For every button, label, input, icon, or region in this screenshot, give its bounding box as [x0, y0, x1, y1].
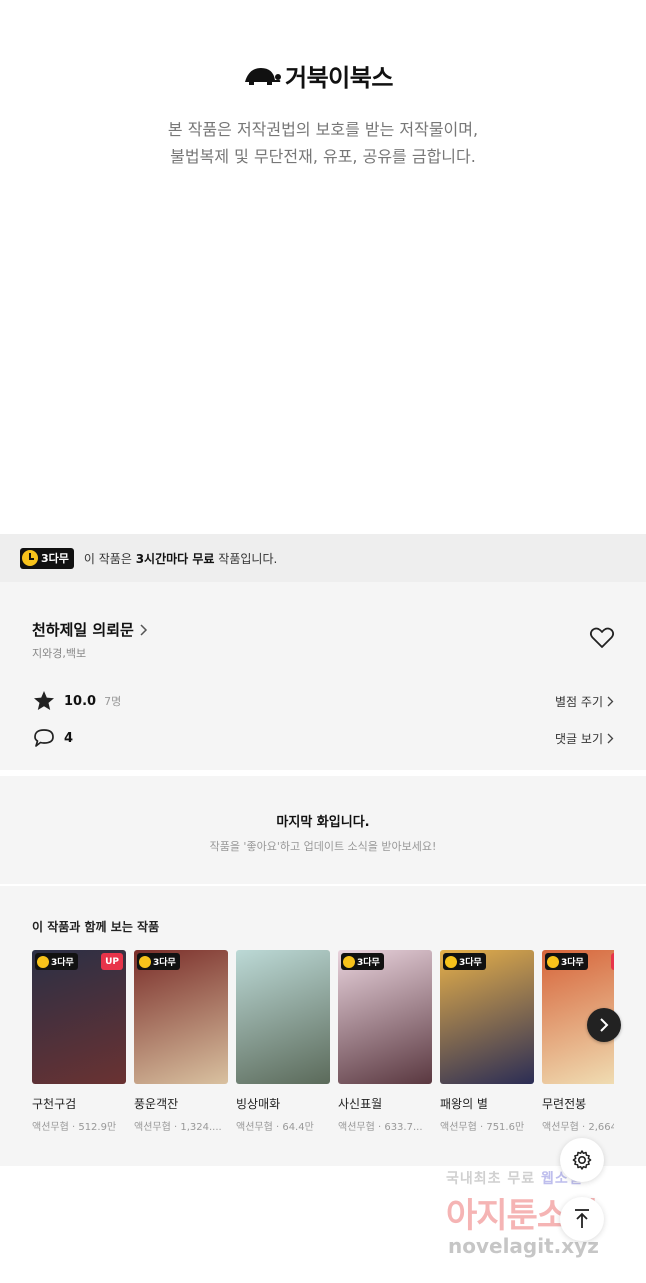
chevron-right-icon — [600, 1018, 609, 1032]
copyright-line-1: 본 작품은 저작권법의 보호를 받는 저작물이며, — [167, 120, 479, 139]
watermark-line-1a: 국내최초 무료 — [446, 1171, 542, 1187]
cover-thumbnail: 3다무 — [440, 950, 534, 1084]
comment-icon — [32, 726, 56, 750]
comment-count: 4 — [64, 730, 74, 746]
logo-text: 거북이북스 — [285, 63, 393, 92]
3damu-badge: 3다무 — [35, 953, 78, 970]
card-title: 풍운객잔 — [134, 1097, 179, 1111]
recommendation-card[interactable]: 3다무 UP 구천구검액션무협 · 512.9만 — [32, 950, 126, 1133]
card-meta: 액션무협 · 2,664... — [542, 1122, 614, 1133]
card-meta: 액션무협 · 64.4만 — [236, 1122, 314, 1133]
recommendation-card[interactable]: 3다무사신표월액션무협 · 633.7... — [338, 950, 432, 1133]
cover-art — [32, 950, 126, 1084]
carousel-next-button[interactable] — [587, 1008, 621, 1042]
badge-label: 3다무 — [357, 958, 380, 968]
copyright-banner: 거북이북스 본 작품은 저작권법의 보호를 받는 저작물이며, 불법복제 및 무… — [0, 0, 646, 534]
free-every-3h-bar: 3다무 이 작품은 3시간마다 무료 작품입니다. — [0, 534, 646, 582]
chevron-right-icon — [607, 733, 614, 743]
badge-label: 3다무 — [51, 958, 74, 968]
rate-button[interactable]: 별점 주기 — [555, 693, 614, 710]
card-title: 구천구검 — [32, 1097, 77, 1111]
view-comments-button[interactable]: 댓글 보기 — [555, 730, 614, 747]
up-badge: UP — [101, 953, 123, 970]
work-title-link[interactable]: 천하제일 의뢰문 — [32, 619, 148, 640]
recommendations-title: 이 작품과 함께 보는 작품 — [32, 920, 160, 934]
scroll-to-top-button[interactable] — [560, 1197, 604, 1241]
badge-label: 3다무 — [41, 552, 69, 565]
clock-icon — [547, 955, 559, 968]
rate-label: 별점 주기 — [555, 694, 603, 709]
cover-art — [134, 950, 228, 1084]
comment-row: 4 댓글 보기 — [32, 726, 614, 750]
card-meta: 액션무협 · 1,324.... — [134, 1122, 222, 1133]
up-badge: UP — [611, 953, 614, 970]
card-title: 무련전봉 — [542, 1097, 587, 1111]
free-bar-prefix: 이 작품은 — [83, 551, 136, 566]
cover-art — [440, 950, 534, 1084]
cover-thumbnail: 3다무 — [134, 950, 228, 1084]
work-title: 천하제일 의뢰문 — [32, 621, 134, 639]
rating-count: 7명 — [104, 695, 122, 708]
recommendation-card[interactable]: 3다무패왕의 별액션무협 · 751.6만 — [440, 950, 534, 1133]
card-meta: 액션무협 · 512.9만 — [32, 1122, 117, 1133]
3damu-badge: 3다무 — [443, 953, 486, 970]
copyright-line-2: 불법복제 및 무단전재, 유포, 공유를 금합니다. — [170, 147, 476, 166]
card-meta: 액션무협 · 633.7... — [338, 1122, 423, 1133]
clock-icon — [343, 955, 355, 968]
view-comments-label: 댓글 보기 — [555, 731, 603, 746]
chevron-right-icon — [607, 696, 614, 706]
turtle-icon — [245, 68, 281, 85]
recommendation-card[interactable]: 빙상매화액션무협 · 64.4만 — [236, 950, 330, 1133]
heart-icon — [589, 627, 615, 648]
clock-icon — [445, 955, 457, 968]
cover-art — [338, 950, 432, 1084]
clock-icon — [37, 955, 49, 968]
gear-icon — [572, 1150, 592, 1170]
last-episode-desc: 작품을 '좋아요'하고 업데이트 소식을 받아보세요! — [209, 840, 437, 853]
rating-row: 10.0 7명 별점 주기 — [32, 689, 614, 713]
last-episode-notice: 마지막 화입니다. 작품을 '좋아요'하고 업데이트 소식을 받아보세요! — [0, 776, 646, 884]
arrow-up-icon — [575, 1209, 589, 1228]
recommendation-card[interactable]: 3다무풍운객잔액션무협 · 1,324.... — [134, 950, 228, 1133]
free-bar-bold: 3시간마다 무료 — [135, 551, 215, 566]
cover-thumbnail — [236, 950, 330, 1084]
work-authors: 지와경,백보 — [32, 647, 87, 660]
3damu-badge: 3다무 — [137, 953, 180, 970]
badge-label: 3다무 — [153, 958, 176, 968]
rating-value: 10.0 — [64, 693, 97, 709]
last-episode-heading: 마지막 화입니다. — [276, 815, 370, 830]
recommendation-carousel: 3다무 UP 구천구검액션무협 · 512.9만 3다무풍운객잔액션무협 · 1,32… — [32, 950, 614, 1140]
free-bar-suffix: 작품입니다. — [214, 551, 278, 566]
cover-art — [236, 950, 330, 1084]
card-title: 사신표월 — [338, 1097, 383, 1111]
cover-thumbnail: 3다무 — [338, 950, 432, 1084]
work-info-section: 천하제일 의뢰문 지와경,백보 10.0 7명 별점 주기 4 댓글 보기 — [0, 582, 646, 770]
copyright-notice: 본 작품은 저작권법의 보호를 받는 저작물이며, 불법복제 및 무단전재, 유… — [0, 116, 646, 170]
publisher-logo: 거북이북스 — [241, 60, 393, 92]
viewer-settings-button[interactable] — [560, 1138, 604, 1182]
clock-icon — [22, 550, 38, 566]
cover-thumbnail: 3다무 UP — [32, 950, 126, 1084]
3damu-badge: 3다무 — [341, 953, 384, 970]
3damu-badge: 3다무 — [545, 953, 588, 970]
card-title: 빙상매화 — [236, 1097, 281, 1111]
recommendations-section: 이 작품과 함께 보는 작품 3다무 UP 구천구검 액션무협 · 512.9만 3다무… — [0, 886, 646, 1166]
like-button[interactable] — [589, 626, 615, 650]
clock-icon — [139, 955, 151, 968]
card-meta: 액션무협 · 751.6만 — [440, 1122, 525, 1133]
3damu-badge: 3다무 — [20, 547, 74, 569]
chevron-right-icon — [140, 623, 147, 636]
card-title: 패왕의 별 — [440, 1097, 488, 1111]
badge-label: 3다무 — [561, 958, 584, 968]
star-icon — [32, 689, 56, 713]
badge-label: 3다무 — [459, 958, 482, 968]
free-bar-message: 이 작품은 3시간마다 무료 작품입니다. — [84, 550, 277, 567]
